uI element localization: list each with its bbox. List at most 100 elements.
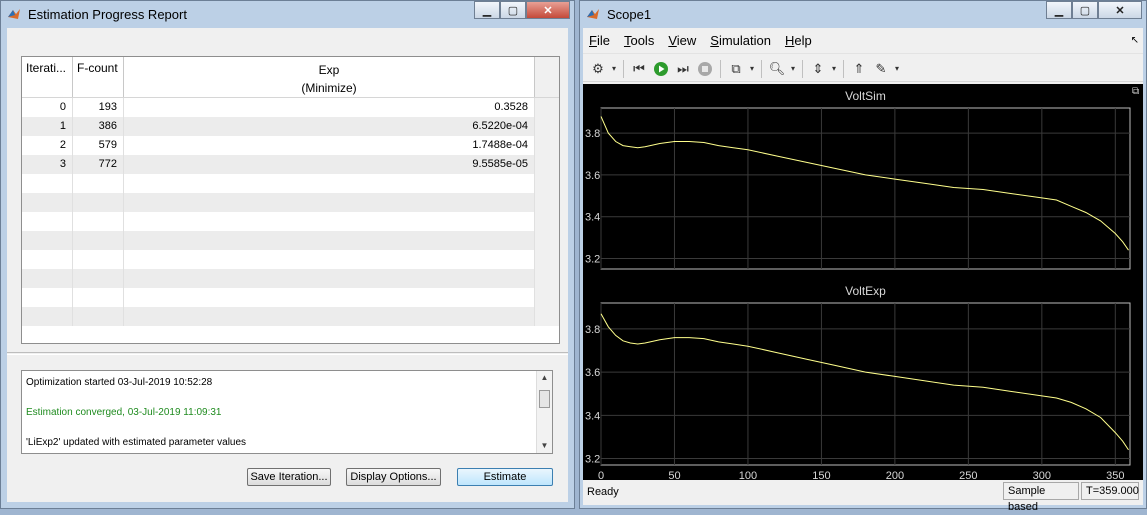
chevron-down-icon[interactable]: ▾ bbox=[609, 59, 619, 79]
chevron-down-icon[interactable]: ▾ bbox=[788, 59, 798, 79]
empty-cell bbox=[73, 288, 124, 307]
menu-mnemonic: V bbox=[668, 33, 677, 48]
menu-tools[interactable]: Tools bbox=[624, 33, 654, 48]
maximize-button[interactable]: ▢ bbox=[1072, 1, 1098, 19]
table-body: 0 193 0.3528 1 386 6.5220e-04 2 579 1.7488e-04 3 7… bbox=[22, 98, 559, 326]
empty-cell bbox=[124, 307, 535, 326]
step-back-icon[interactable]: ⏮ bbox=[628, 59, 650, 79]
gear-icon[interactable]: ⚙ bbox=[587, 59, 609, 79]
exp-cell: 0.3528 bbox=[124, 98, 535, 117]
maximize-icon: ▢ bbox=[507, 4, 519, 17]
menu-label-rest: ile bbox=[596, 33, 610, 48]
table-row[interactable] bbox=[22, 174, 559, 193]
close-button[interactable]: ✕ bbox=[526, 1, 570, 19]
y-tick-label: 3.4 bbox=[585, 410, 600, 422]
scroll-down-icon[interactable]: ▼ bbox=[537, 439, 552, 453]
log-scrollbar[interactable]: ▲ ▼ bbox=[536, 371, 552, 453]
exp-cell: 6.5220e-04 bbox=[124, 117, 535, 136]
col-fcount-header[interactable]: F-count bbox=[73, 57, 124, 97]
cursor-icon[interactable]: ✎ bbox=[870, 59, 892, 79]
maximize-button[interactable]: ▢ bbox=[500, 1, 526, 19]
empty-cell bbox=[73, 212, 124, 231]
table-row[interactable] bbox=[22, 231, 559, 250]
y-tick-label: 3.2 bbox=[585, 254, 600, 266]
empty-cell bbox=[124, 174, 535, 193]
minimize-icon: ▁ bbox=[1054, 4, 1064, 17]
fcount-cell: 386 bbox=[73, 117, 124, 136]
toolbar-separator bbox=[761, 59, 762, 78]
scale-axes-icon[interactable]: ⇕ bbox=[807, 59, 829, 79]
col-exp-header[interactable]: Exp (Minimize) bbox=[124, 57, 535, 97]
splitter[interactable] bbox=[7, 352, 568, 355]
scroll-up-icon[interactable]: ▲ bbox=[537, 371, 552, 385]
menu-mnemonic: S bbox=[710, 33, 719, 48]
plot-title: VoltExp bbox=[845, 284, 886, 298]
y-tick-label: 3.2 bbox=[585, 454, 600, 466]
left-titlebar[interactable]: Estimation Progress Report ▁ ▢ ✕ bbox=[1, 1, 574, 27]
maximize-icon: ▢ bbox=[1079, 4, 1091, 17]
sim-time-indicator: T=359.000 bbox=[1081, 482, 1139, 500]
fcount-cell: 579 bbox=[73, 136, 124, 155]
empty-cell bbox=[22, 250, 73, 269]
iteration-cell: 1 bbox=[22, 117, 73, 136]
table-row[interactable] bbox=[22, 250, 559, 269]
empty-cell bbox=[22, 269, 73, 288]
menu-help[interactable]: Help bbox=[785, 33, 812, 48]
iterations-table[interactable]: Iterati... F-count Exp (Minimize) 0 193 0.… bbox=[21, 56, 560, 344]
minimize-button[interactable]: ▁ bbox=[1046, 1, 1072, 19]
table-row[interactable]: 0 193 0.3528 bbox=[22, 98, 559, 117]
table-row[interactable] bbox=[22, 212, 559, 231]
menu-file[interactable]: File bbox=[589, 33, 610, 48]
iteration-cell: 3 bbox=[22, 155, 73, 174]
table-row[interactable] bbox=[22, 307, 559, 326]
empty-cell bbox=[73, 269, 124, 288]
chevron-down-icon[interactable]: ▾ bbox=[892, 59, 902, 79]
highlight-icon[interactable]: ⧉ bbox=[725, 59, 747, 79]
minimize-icon: ▁ bbox=[482, 4, 492, 17]
table-row[interactable] bbox=[22, 269, 559, 288]
table-row[interactable]: 3 772 9.5585e-05 bbox=[22, 155, 559, 174]
empty-cell bbox=[124, 231, 535, 250]
step-forward-icon[interactable]: ⏭ bbox=[672, 59, 694, 79]
empty-cell bbox=[124, 193, 535, 212]
menu-mnemonic: F bbox=[589, 33, 597, 48]
menu-simulation[interactable]: Simulation bbox=[710, 33, 771, 48]
y-tick-label: 3.4 bbox=[585, 212, 600, 224]
table-row[interactable]: 2 579 1.7488e-04 bbox=[22, 136, 559, 155]
log-line bbox=[26, 420, 548, 435]
estimate-button[interactable]: Estimate bbox=[457, 468, 553, 486]
log-line: Optimization started 03-Jul-2019 10:52:2… bbox=[26, 377, 213, 388]
minimize-button[interactable]: ▁ bbox=[474, 1, 500, 19]
table-row[interactable]: 1 386 6.5220e-04 bbox=[22, 117, 559, 136]
plot-axes-box bbox=[600, 302, 1131, 466]
close-button[interactable]: ✕ bbox=[1098, 1, 1142, 19]
zoom-icon[interactable]: 🔍︎ bbox=[766, 59, 788, 79]
run-icon[interactable] bbox=[650, 59, 672, 79]
empty-cell bbox=[22, 231, 73, 250]
chevron-down-icon[interactable]: ▾ bbox=[747, 59, 757, 79]
exp-cell: 1.7488e-04 bbox=[124, 136, 535, 155]
log-line: 'LiExp2' updated with estimated paramete… bbox=[26, 437, 247, 448]
estimation-progress-window: Estimation Progress Report ▁ ▢ ✕ Iterati… bbox=[0, 0, 575, 509]
table-row[interactable] bbox=[22, 193, 559, 212]
trigger-icon[interactable]: ⇑ bbox=[848, 59, 870, 79]
col-iteration-header[interactable]: Iterati... bbox=[22, 57, 73, 97]
empty-cell bbox=[124, 288, 535, 307]
toolbar: ⚙ ▾ ⏮ ⏭ ⧉ ▾ 🔍︎ ▾ ⇕ ▾ ⇑ ✎ ▾ bbox=[583, 56, 1143, 82]
stop-icon[interactable] bbox=[694, 59, 716, 79]
chevron-down-icon[interactable]: ▾ bbox=[829, 59, 839, 79]
scope-display[interactable]: VoltSim 3.2 3.4 3.6 3.8 VoltExp 0 50 100 150 200 25… bbox=[583, 84, 1143, 482]
sample-mode-indicator: Sample based bbox=[1003, 482, 1079, 513]
empty-cell bbox=[535, 269, 559, 288]
empty-cell bbox=[535, 288, 559, 307]
display-options-button[interactable]: Display Options... bbox=[346, 468, 441, 486]
save-iteration-button[interactable]: Save Iteration... bbox=[247, 468, 331, 486]
empty-cell bbox=[535, 231, 559, 250]
undock-icon[interactable]: ↖ bbox=[1131, 35, 1139, 46]
log-panel[interactable]: Optimization started 03-Jul-2019 10:52:2… bbox=[21, 370, 553, 454]
scroll-thumb[interactable] bbox=[539, 390, 550, 408]
menu-view[interactable]: View bbox=[668, 33, 696, 48]
table-row[interactable] bbox=[22, 288, 559, 307]
y-tick-label: 3.8 bbox=[585, 128, 600, 140]
right-titlebar[interactable]: Scope1 ▁ ▢ ✕ bbox=[580, 1, 1146, 27]
